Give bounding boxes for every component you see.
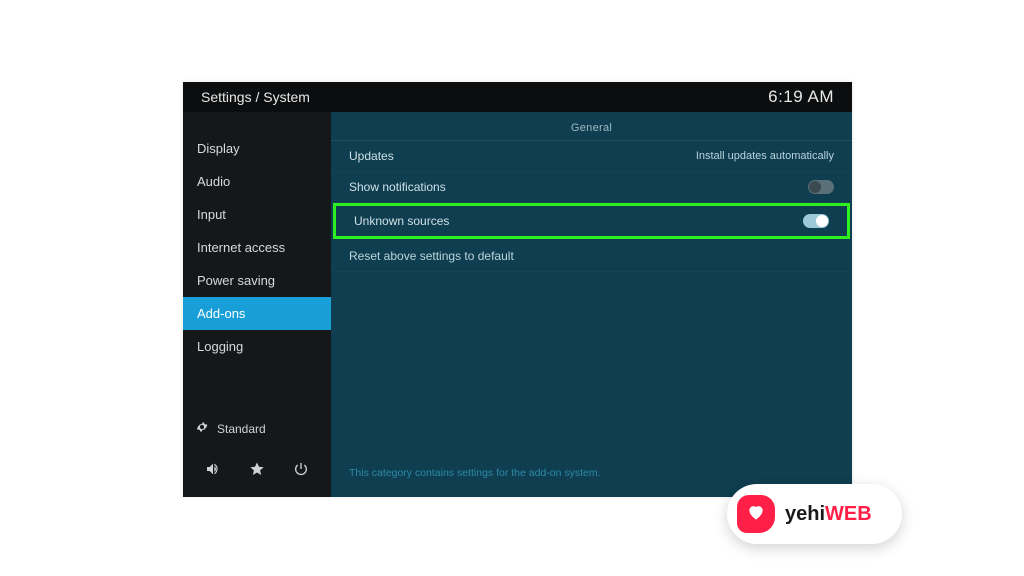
setting-label: Updates: [349, 149, 394, 163]
setting-label: Reset above settings to default: [349, 249, 514, 263]
sidebar-item-power-saving[interactable]: Power saving: [183, 264, 331, 297]
sidebar-item-audio[interactable]: Audio: [183, 165, 331, 198]
sidebar-item-label: Input: [197, 207, 226, 222]
sidebar-item-label: Power saving: [197, 273, 275, 288]
sidebar-item-add-ons[interactable]: Add-ons: [183, 297, 331, 330]
setting-label: Show notifications: [349, 180, 446, 194]
toggle-knob: [816, 215, 828, 227]
setting-label: Unknown sources: [354, 214, 449, 228]
setting-row-reset[interactable]: Reset above settings to default: [331, 239, 852, 272]
toggle-unknown-sources[interactable]: [803, 214, 829, 228]
power-button[interactable]: [288, 457, 314, 483]
sidebar-item-label: Add-ons: [197, 306, 245, 321]
gear-icon: [195, 420, 209, 437]
setting-value: Install updates automatically: [696, 150, 834, 162]
watermark-text: yehiWEB: [785, 503, 872, 526]
sidebar-item-display[interactable]: Display: [183, 132, 331, 165]
sidebar-item-label: Internet access: [197, 240, 285, 255]
favorites-button[interactable]: [244, 457, 270, 483]
setting-row-unknown-sources[interactable]: Unknown sources: [336, 206, 847, 236]
clock: 6:19 AM: [768, 87, 834, 107]
sidebar-item-label: Logging: [197, 339, 243, 354]
section-header: General: [331, 112, 852, 141]
sidebar-item-logging[interactable]: Logging: [183, 330, 331, 363]
setting-row-updates[interactable]: Updates Install updates automatically: [331, 141, 852, 172]
sidebar-item-internet-access[interactable]: Internet access: [183, 231, 331, 264]
settings-level-button[interactable]: Standard: [183, 410, 331, 447]
sidebar-bottom-bar: [183, 447, 331, 497]
sidebar-list: Display Audio Input Internet access Powe…: [183, 112, 331, 410]
star-icon: [249, 461, 265, 480]
settings-level-label: Standard: [217, 422, 266, 436]
power-icon: [293, 461, 309, 480]
logo-blob: [737, 495, 775, 533]
sidebar-item-label: Display: [197, 141, 240, 156]
toggle-knob: [809, 181, 821, 193]
content-panel: General Updates Install updates automati…: [331, 112, 852, 497]
setting-row-show-notifications[interactable]: Show notifications: [331, 172, 852, 203]
app-window: Settings / System 6:19 AM Display Audio …: [183, 82, 852, 497]
volume-icon: [205, 461, 221, 480]
highlight-box: Unknown sources: [333, 203, 850, 239]
watermark-badge: yehiWEB: [727, 484, 902, 544]
toggle-show-notifications[interactable]: [808, 180, 834, 194]
watermark-main: yehi: [785, 503, 825, 525]
sidebar-item-input[interactable]: Input: [183, 198, 331, 231]
main-area: Display Audio Input Internet access Powe…: [183, 112, 852, 497]
breadcrumb: Settings / System: [201, 89, 310, 105]
title-bar: Settings / System 6:19 AM: [183, 82, 852, 112]
sidebar: Display Audio Input Internet access Powe…: [183, 112, 331, 497]
volume-button[interactable]: [200, 457, 226, 483]
heart-icon: [746, 502, 766, 527]
watermark-sub: WEB: [825, 503, 872, 525]
sidebar-item-label: Audio: [197, 174, 230, 189]
